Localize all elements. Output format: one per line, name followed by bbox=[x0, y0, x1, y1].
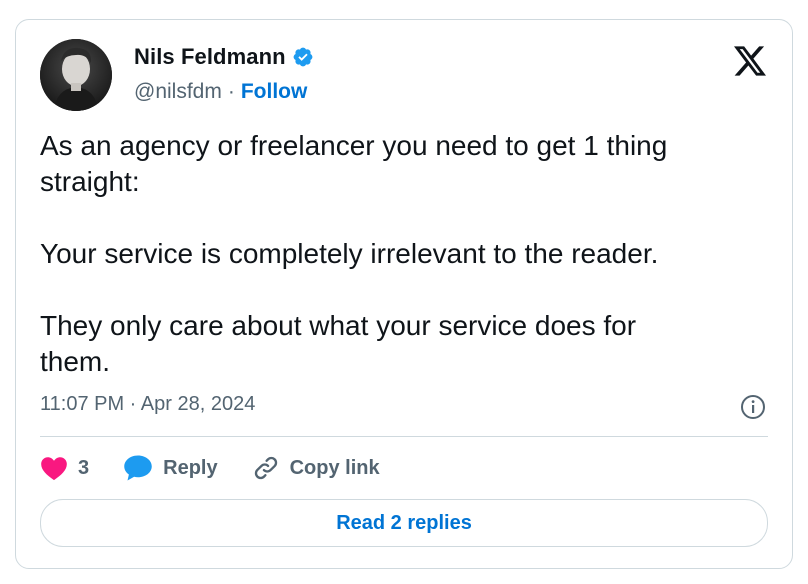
follow-link[interactable]: Follow bbox=[241, 80, 308, 104]
tweet-card: Nils Feldmann @nilsfdm · Follow As an ag… bbox=[15, 19, 793, 569]
author-name-row: Nils Feldmann bbox=[134, 44, 314, 70]
avatar-photo bbox=[40, 39, 112, 111]
info-icon[interactable] bbox=[740, 394, 766, 420]
copy-link-label: Copy link bbox=[289, 456, 380, 479]
author-name[interactable]: Nils Feldmann bbox=[134, 44, 286, 70]
like-button[interactable]: 3 bbox=[40, 455, 89, 481]
action-bar: 3 Reply Copy link bbox=[40, 450, 414, 486]
reply-bubble-icon bbox=[124, 455, 152, 481]
reply-label: Reply bbox=[163, 456, 218, 479]
link-icon bbox=[254, 456, 277, 480]
divider bbox=[40, 436, 768, 437]
x-logo-icon[interactable] bbox=[734, 46, 766, 76]
reply-button[interactable]: Reply bbox=[123, 454, 218, 482]
read-replies-button[interactable]: Read 2 replies bbox=[40, 499, 768, 547]
tweet-timestamp[interactable]: 11:07 PM · Apr 28, 2024 bbox=[40, 393, 255, 416]
copy-link-button[interactable]: Copy link bbox=[252, 454, 380, 482]
verified-badge-icon bbox=[293, 47, 313, 67]
avatar[interactable] bbox=[40, 39, 112, 111]
heart-icon bbox=[41, 457, 67, 481]
author-handle-row: @nilsfdm · Follow bbox=[134, 80, 307, 104]
read-replies-label: Read 2 replies bbox=[336, 511, 472, 534]
likes-count: 3 bbox=[78, 456, 90, 479]
author-handle[interactable]: @nilsfdm bbox=[134, 80, 222, 104]
tweet-text: As an agency or freelancer you need to g… bbox=[40, 130, 668, 377]
separator-dot: · bbox=[227, 80, 235, 103]
